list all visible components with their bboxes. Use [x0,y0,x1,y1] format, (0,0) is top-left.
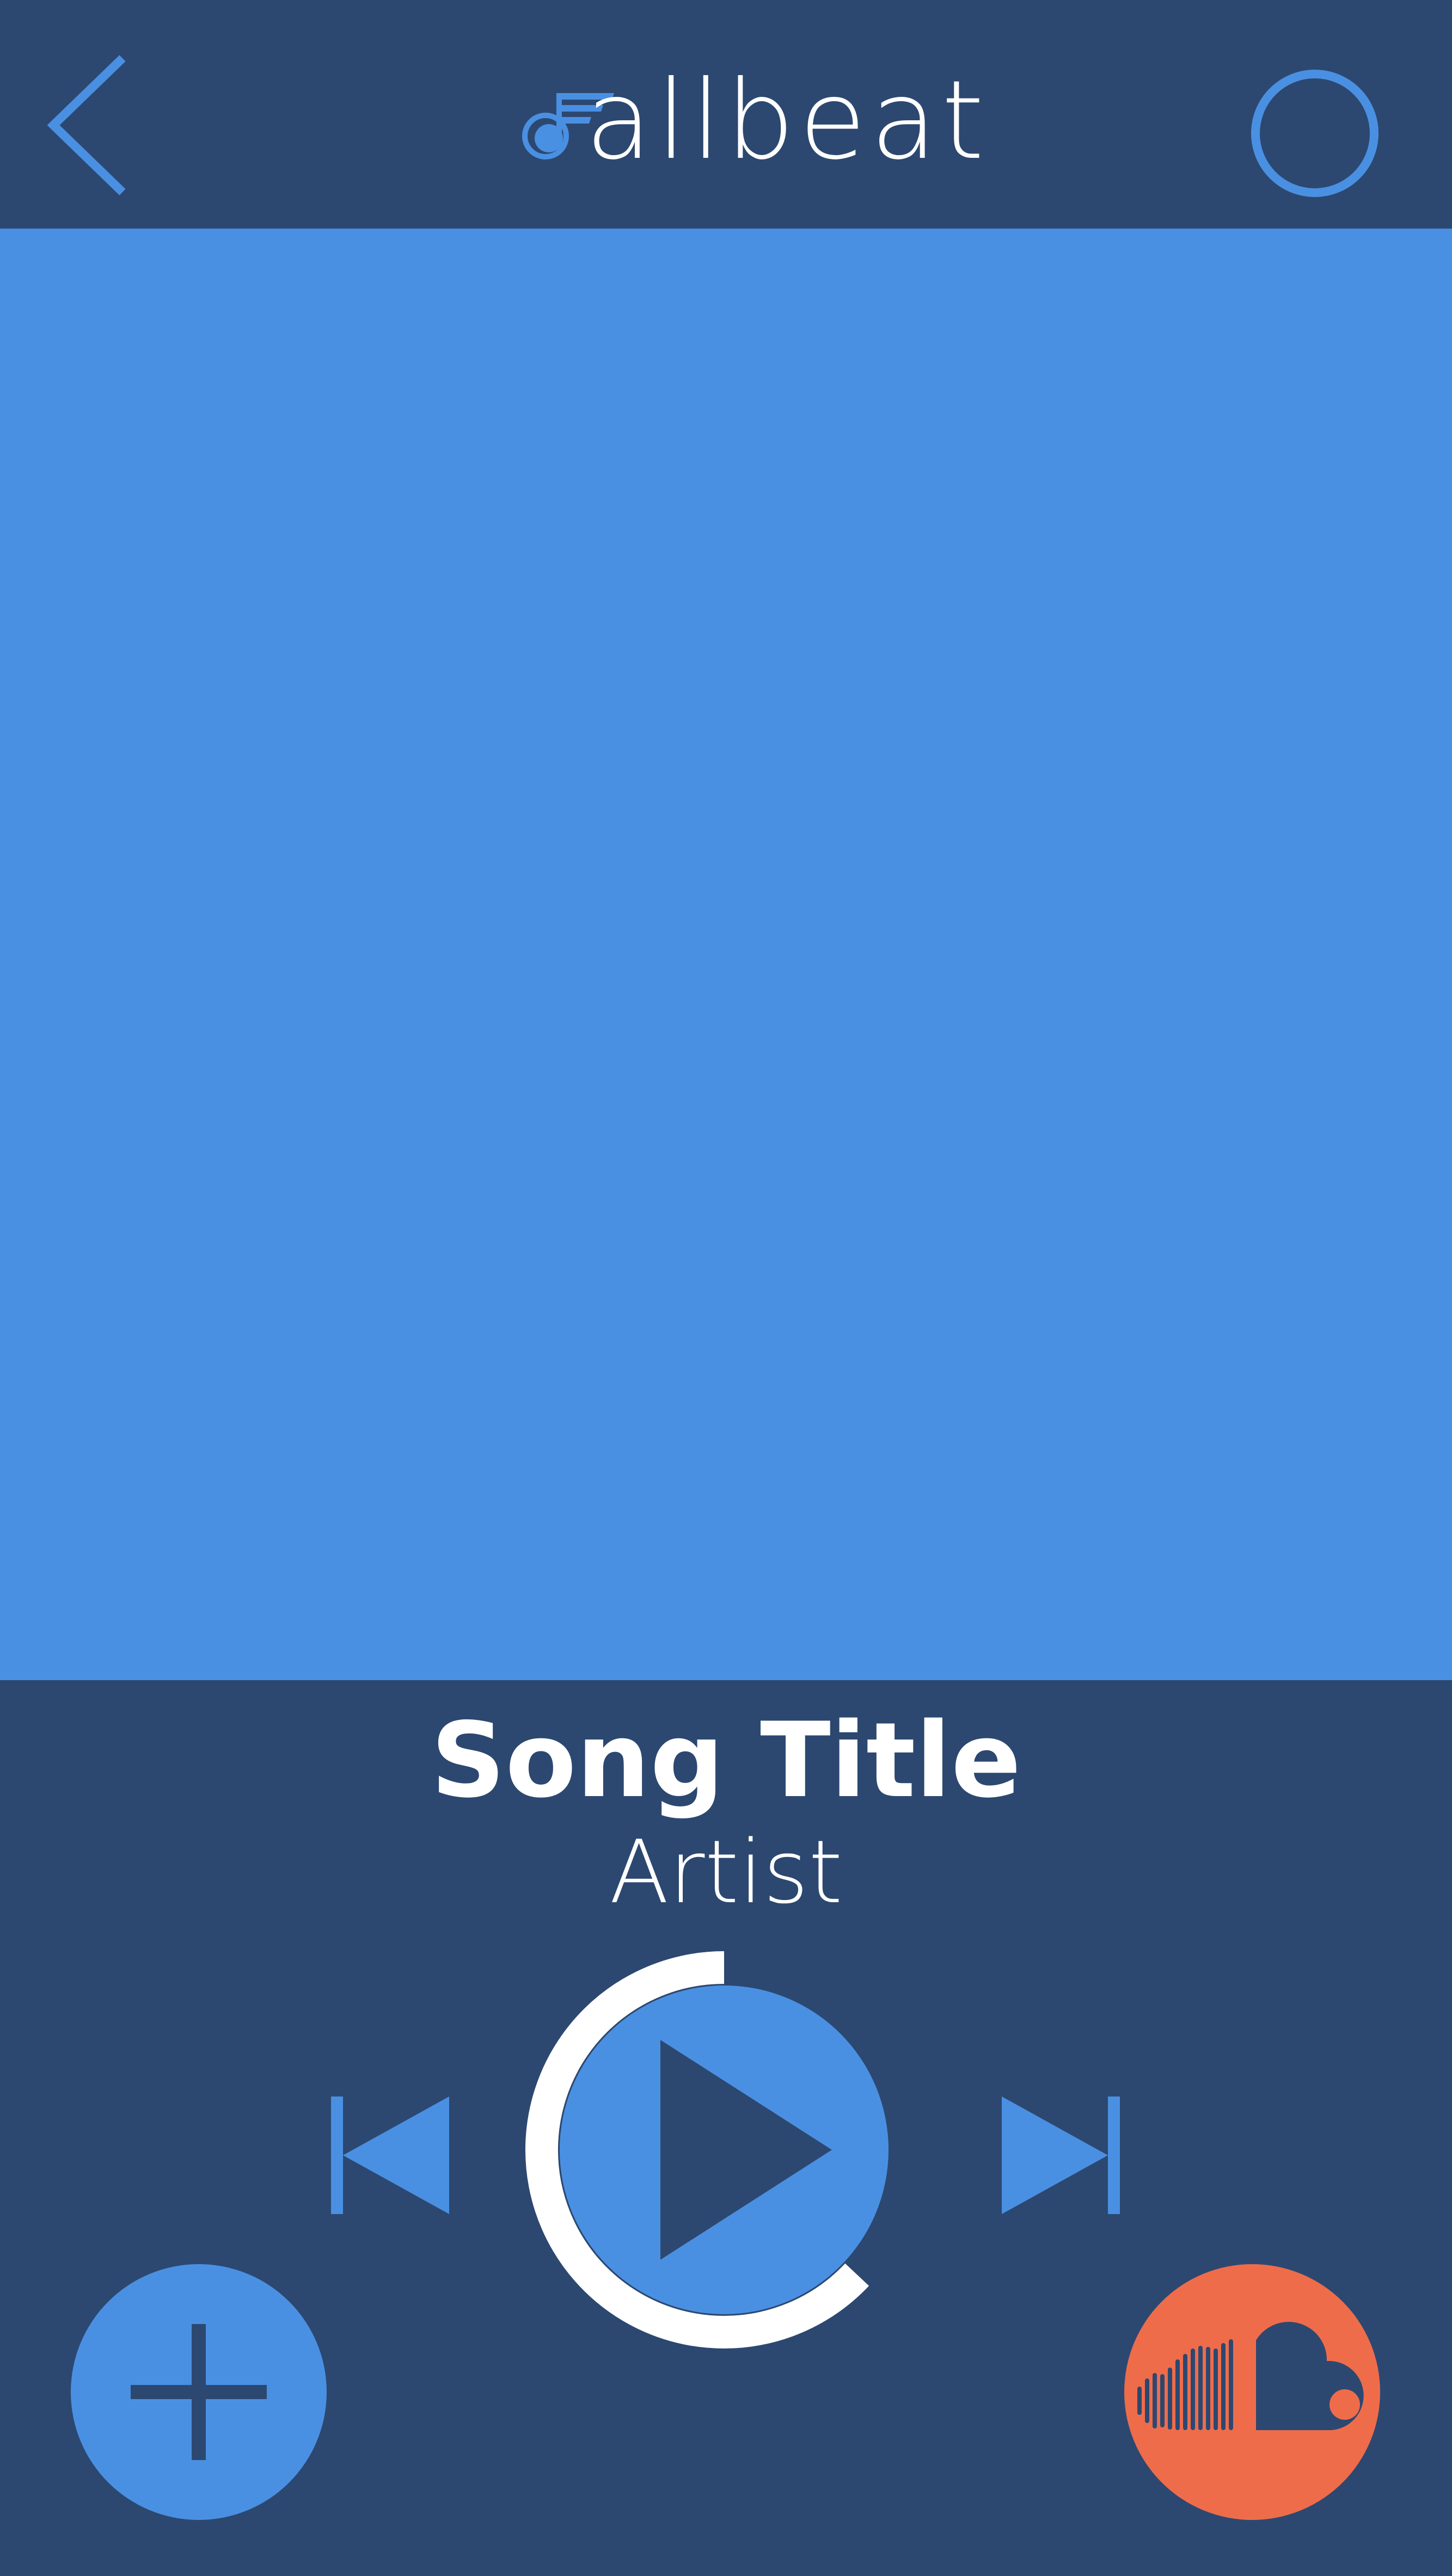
app-logo: allbeat [517,66,984,175]
circle-icon [1251,70,1379,197]
add-button[interactable] [71,2264,327,2520]
soundcloud-button[interactable] [1124,2264,1380,2520]
album-art [0,229,1452,1680]
soundcloud-icon [1124,2264,1380,2520]
play-icon [560,1985,889,2314]
next-track-button[interactable] [999,2095,1124,2215]
artist-name: Artist [609,1821,843,1923]
song-title: Song Title [431,1700,1021,1821]
skip-previous-icon [331,2097,449,2214]
app-header: allbeat [0,0,1452,229]
play-button[interactable] [560,1985,889,2314]
skip-next-icon [1002,2097,1120,2214]
profile-button[interactable] [1247,65,1383,201]
play-progress-control [523,1948,926,2351]
logo-text: allbeat [585,57,989,184]
song-info: Song Title Artist [0,1698,1452,1924]
previous-track-button[interactable] [327,2095,452,2215]
back-button[interactable] [44,52,136,199]
plus-icon [71,2264,327,2520]
chevron-left-icon [47,55,126,195]
